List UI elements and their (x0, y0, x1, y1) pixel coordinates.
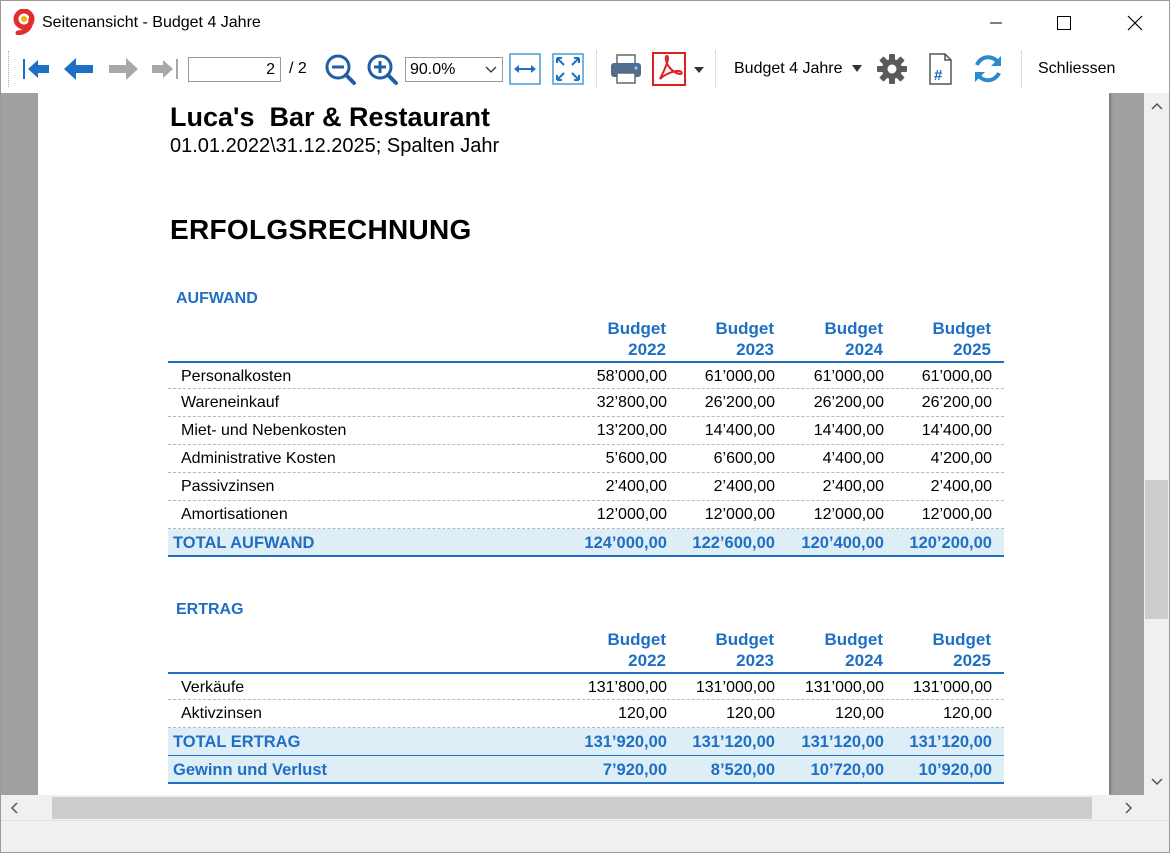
column-header: Budget 2023 (715, 319, 774, 359)
minimize-button[interactable] (973, 1, 1019, 45)
chevron-down-icon (484, 59, 498, 79)
column-header: Budget 2023 (715, 630, 774, 670)
section-title-ertrag: ERTRAG (176, 601, 244, 618)
zoom-value: 90.0% (410, 61, 456, 78)
column-header: Budget 2024 (824, 319, 883, 359)
table-row: Administrative Kosten 5’600,00 6’600,00 … (168, 445, 1004, 473)
page-number-input[interactable]: 2 (188, 57, 281, 82)
report-selector-label: Budget 4 Jahre (734, 60, 843, 77)
toolbar: 2 / 2 90.0% Budget 4 Jahre # Schliessen (1, 45, 1169, 93)
page-number-format-icon[interactable]: # (922, 51, 958, 87)
column-header: Budget 2024 (824, 630, 883, 670)
table-row: Wareneinkauf 32’800,00 26’200,00 26’200,… (168, 389, 1004, 417)
pdf-options-dropdown-icon[interactable] (689, 51, 709, 87)
report-page: Luca's Bar & Restaurant 01.01.2022\31.12… (38, 93, 1109, 795)
close-window-button[interactable] (1112, 1, 1158, 45)
table-row: Aktivzinsen 120,00 120,00 120,00 120,00 (168, 700, 1004, 728)
fit-page-icon[interactable] (550, 51, 586, 87)
table-row: Verkäufe 131’800,00 131’000,00 131’000,0… (168, 672, 1004, 700)
print-preview-window: Seitenansicht - Budget 4 Jahre 2 / 2 90.… (0, 0, 1170, 853)
total-row-ertrag: TOTAL ERTRAG 131’920,00 131’120,00 131’1… (168, 728, 1004, 756)
column-header: Budget 2022 (607, 319, 666, 359)
document-viewport[interactable]: Luca's Bar & Restaurant 01.01.2022\31.12… (1, 93, 1144, 795)
close-button[interactable]: Schliessen (1029, 51, 1119, 87)
vertical-scrollbar[interactable] (1144, 93, 1169, 795)
report-period: 01.01.2022\31.12.2025; Spalten Jahr (170, 135, 500, 157)
app-logo-icon (12, 8, 36, 36)
toolbar-grip[interactable] (8, 51, 12, 87)
window-title: Seitenansicht - Budget 4 Jahre (42, 14, 261, 31)
report-title: ERFOLGSRECHNUNG (170, 214, 472, 245)
page-total: / 2 (289, 60, 307, 77)
column-header: Budget 2022 (607, 630, 666, 670)
report-selector[interactable]: Budget 4 Jahre (727, 51, 867, 87)
zoom-out-icon[interactable] (322, 51, 358, 87)
printer-icon[interactable] (608, 51, 644, 87)
scroll-left-icon[interactable] (3, 797, 25, 819)
scroll-right-icon[interactable] (1118, 797, 1140, 819)
toolbar-separator (1021, 51, 1022, 87)
total-row-aufwand: TOTAL AUFWAND 124’000,00 122’600,00 120’… (168, 529, 1004, 557)
next-page-icon[interactable] (105, 51, 141, 87)
title-bar: Seitenansicht - Budget 4 Jahre (1, 1, 1169, 45)
table-row: Amortisationen 12’000,00 12’000,00 12’00… (168, 501, 1004, 529)
svg-text:#: # (934, 67, 943, 84)
table-row: Personalkosten 58’000,00 61’000,00 61’00… (168, 361, 1004, 389)
ertrag-table: Verkäufe 131’800,00 131’000,00 131’000,0… (168, 672, 1004, 784)
profit-loss-row: Gewinn und Verlust 7’920,00 8’520,00 10’… (168, 756, 1004, 784)
horizontal-scroll-thumb[interactable] (52, 797, 1092, 819)
caret-down-icon (852, 65, 862, 72)
refresh-icon[interactable] (970, 51, 1006, 87)
zoom-select[interactable]: 90.0% (405, 57, 503, 82)
table-row: Passivzinsen 2’400,00 2’400,00 2’400,00 … (168, 473, 1004, 501)
last-page-icon[interactable] (147, 51, 183, 87)
scroll-down-icon[interactable] (1144, 771, 1169, 793)
table-row: Miet- und Nebenkosten 13’200,00 14’400,0… (168, 417, 1004, 445)
company-name: Luca's Bar & Restaurant (170, 102, 491, 132)
gear-icon[interactable] (874, 51, 910, 87)
aufwand-table: Personalkosten 58’000,00 61’000,00 61’00… (168, 361, 1004, 557)
pdf-export-icon[interactable] (651, 51, 687, 87)
status-bar (1, 820, 1169, 852)
previous-page-icon[interactable] (61, 51, 97, 87)
scrollbar-corner (1144, 795, 1169, 820)
toolbar-separator (596, 51, 597, 87)
first-page-icon[interactable] (18, 51, 54, 87)
zoom-in-icon[interactable] (364, 51, 400, 87)
maximize-button[interactable] (1041, 1, 1087, 45)
toolbar-separator (715, 51, 716, 87)
scroll-up-icon[interactable] (1144, 95, 1169, 117)
fit-width-icon[interactable] (507, 51, 543, 87)
vertical-scroll-thumb[interactable] (1145, 480, 1168, 619)
column-header: Budget 2025 (932, 319, 991, 359)
column-header: Budget 2025 (932, 630, 991, 670)
section-title-aufwand: AUFWAND (176, 290, 258, 307)
